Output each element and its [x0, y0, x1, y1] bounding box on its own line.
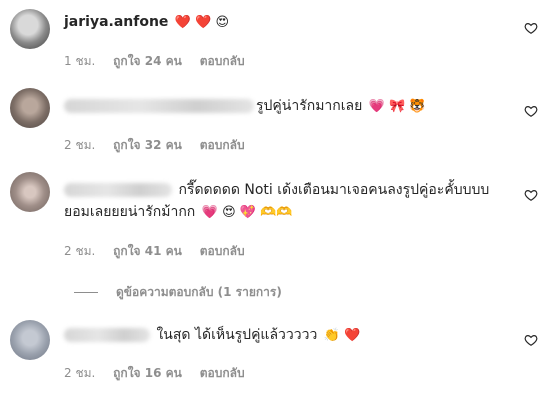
comment-2-body: รูปคู่น่ารักมากเลย 💗 🎀 🐯	[64, 95, 508, 118]
comment-emoji: 💗 🎀 🐯	[368, 99, 426, 114]
comment-time[interactable]: 2 ชม.	[64, 366, 95, 380]
reply-button[interactable]: ตอบกลับ	[200, 138, 245, 152]
heart-outline-icon[interactable]	[524, 104, 538, 118]
hidden-username[interactable]	[64, 183, 172, 197]
hidden-username[interactable]	[64, 328, 150, 342]
comment-text: รูปคู่น่ารักมากเลย	[256, 98, 363, 114]
replies-divider	[74, 292, 98, 293]
reply-button[interactable]: ตอบกลับ	[200, 54, 245, 68]
avatar[interactable]	[10, 320, 50, 360]
comment-emoji: 💗 😍 💖 🫶🫶	[201, 205, 293, 220]
reply-button[interactable]: ตอบกลับ	[200, 244, 245, 258]
comment-text: ในสุด ได้เห็นรูปคู่แล้ววววว	[156, 327, 318, 343]
comment-text: กรี๊ดดดดด Noti เด้งเตือนมาเจอคนลงรูปคู่อ…	[178, 182, 490, 198]
comment-likes[interactable]: ถูกใจ 16 คน	[113, 366, 182, 380]
view-replies-button[interactable]: ดูข้อความตอบกลับ (1 รายการ)	[74, 283, 282, 302]
comment-likes[interactable]: ถูกใจ 24 คน	[113, 54, 182, 68]
reply-button[interactable]: ตอบกลับ	[200, 366, 245, 380]
heart-outline-icon[interactable]	[524, 333, 538, 347]
comment-username[interactable]: jariya.anfone	[64, 14, 168, 30]
comment-emoji: ❤️ ❤️ 😍	[174, 15, 230, 30]
view-replies-label: ดูข้อความตอบกลับ (1 รายการ)	[116, 285, 282, 299]
comment-time[interactable]: 2 ชม.	[64, 244, 95, 258]
avatar[interactable]	[10, 88, 50, 128]
comment-likes[interactable]: ถูกใจ 32 คน	[113, 138, 182, 152]
heart-outline-icon[interactable]	[524, 188, 538, 202]
comment-3-body-line2: ยอมเลยยยน่ารักม้ากก 💗 😍 💖 🫶🫶	[64, 201, 508, 224]
comment-likes[interactable]: ถูกใจ 41 คน	[113, 244, 182, 258]
comment-1-meta: 1 ชม. ถูกใจ 24 คน ตอบกลับ	[64, 52, 259, 71]
avatar[interactable]	[10, 9, 50, 49]
comment-time[interactable]: 2 ชม.	[64, 138, 95, 152]
comment-4-body: ในสุด ได้เห็นรูปคู่แล้ววววว 👏 ❤️	[64, 324, 508, 347]
comment-3-meta: 2 ชม. ถูกใจ 41 คน ตอบกลับ	[64, 242, 259, 261]
hidden-username[interactable]	[64, 99, 254, 113]
comment-1-body: jariya.anfone ❤️ ❤️ 😍	[64, 11, 508, 34]
comment-emoji: 👏 ❤️	[323, 328, 361, 343]
comment-time[interactable]: 1 ชม.	[64, 54, 95, 68]
comment-text-line2: ยอมเลยยยน่ารักม้ากก	[64, 204, 196, 220]
heart-outline-icon[interactable]	[524, 21, 538, 35]
avatar[interactable]	[10, 172, 50, 212]
comment-4-meta: 2 ชม. ถูกใจ 16 คน ตอบกลับ	[64, 364, 259, 383]
comment-2-meta: 2 ชม. ถูกใจ 32 คน ตอบกลับ	[64, 136, 259, 155]
comment-3-body: กรี๊ดดดดด Noti เด้งเตือนมาเจอคนลงรูปคู่อ…	[64, 179, 508, 201]
